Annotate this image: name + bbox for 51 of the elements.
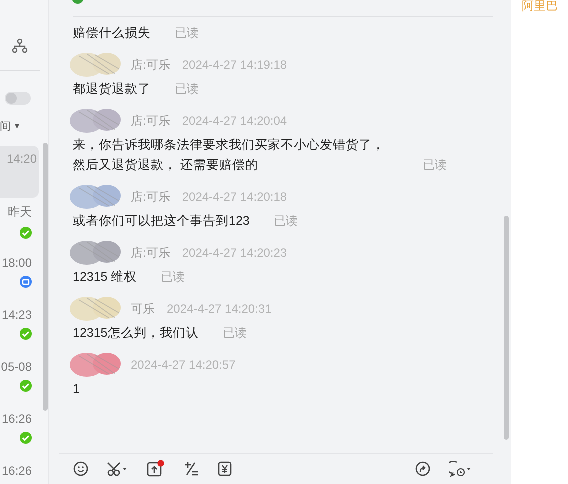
message-time: 2024-4-27 14:20:04 [182, 114, 288, 128]
conversation-item[interactable]: 14:20 [0, 146, 39, 198]
yuan-icon[interactable] [217, 461, 233, 477]
forward-icon[interactable] [415, 461, 431, 477]
conversation-item[interactable]: 05-08 [0, 354, 42, 406]
sort-label[interactable]: 间 [0, 119, 11, 134]
read-status: 已读 [222, 325, 247, 342]
dropdown-caret-icon[interactable]: ▾ [15, 121, 20, 132]
conversation-item[interactable]: 16:26 [0, 458, 42, 484]
read-status: 已读 [274, 213, 298, 230]
message-text: 都退货退款了 [73, 81, 151, 98]
scissors-icon[interactable] [107, 461, 129, 477]
message-text: 赔偿什么损失 [73, 25, 151, 42]
sender-name: 店:可乐 [131, 244, 170, 262]
conversation-time: 16:26 [2, 464, 32, 478]
message-text: 然后又退货退款， 还需要赔偿的 [73, 157, 260, 174]
conversation-item[interactable]: 14:23 [0, 302, 42, 354]
message-text: 1 [73, 381, 80, 398]
plus-minus-icon[interactable] [183, 461, 199, 477]
read-status: 已读 [423, 157, 447, 174]
read-status: 已读 [175, 25, 199, 42]
conversation-time: 05-08 [1, 360, 32, 374]
message-text: 12315 维权 [73, 269, 138, 286]
message-time: 2024-4-27 14:20:18 [182, 190, 288, 204]
toggle-switch[interactable] [5, 92, 31, 105]
read-status: 已读 [161, 269, 186, 286]
sender-name: 店:可乐 [131, 188, 170, 206]
conversation-item[interactable]: 昨天 [0, 198, 42, 250]
message-time: 2024-4-27 14:19:18 [182, 58, 288, 72]
panel-title: 阿里巴 [522, 0, 559, 15]
sender-name: 可乐 [131, 300, 155, 318]
conversation-time: 昨天 [8, 204, 32, 221]
conversation-time: 14:23 [2, 308, 32, 322]
conversation-time: 18:00 [2, 256, 32, 270]
message-text: 或者你们可以把这个事告到123 [73, 213, 250, 230]
message-text: 12315怎么判，我们认 [73, 325, 199, 342]
chat-history-icon[interactable] [449, 461, 473, 477]
conversation-time: 14:20 [6, 152, 37, 166]
sender-name: 店:可乐 [131, 112, 170, 130]
conversation-time: 16:26 [2, 412, 32, 426]
conversation-item[interactable]: 18:00 [0, 250, 42, 302]
message-time: 2024-4-27 14:20:57 [131, 358, 236, 372]
read-status: 已读 [175, 81, 199, 98]
conversation-item[interactable]: 16:26 [0, 406, 42, 458]
message-time: 2024-4-27 14:20:23 [182, 246, 288, 260]
message-text: 来，你告诉我哪条法律要求我们买家不小心发错货了， [73, 137, 385, 154]
hierarchy-icon[interactable] [12, 38, 28, 54]
sender-name: 店:可乐 [131, 56, 170, 74]
emoji-icon[interactable] [73, 461, 89, 477]
message-time: 2024-4-27 14:20:31 [167, 302, 272, 316]
upload-icon[interactable] [147, 460, 165, 478]
